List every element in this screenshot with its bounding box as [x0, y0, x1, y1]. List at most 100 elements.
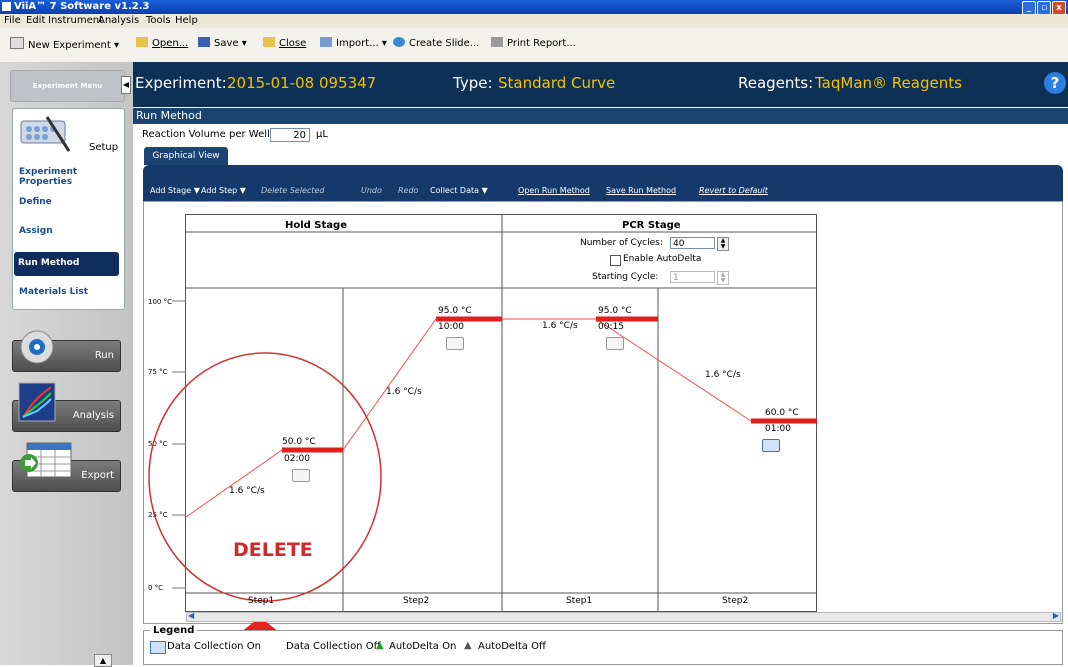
- export-spreadsheet-icon: [20, 442, 72, 478]
- create-slide-button[interactable]: Create Slide...: [393, 37, 479, 51]
- save-button[interactable]: Save ▾: [198, 37, 247, 51]
- delete-annotation: DELETE: [233, 539, 313, 561]
- run-method-title: Run Method: [136, 109, 202, 122]
- pcr-step1-time[interactable]: 00:15: [598, 322, 624, 332]
- save-run-method-button[interactable]: Save Run Method: [606, 186, 676, 195]
- sidebar-item-assign[interactable]: Assign: [19, 226, 53, 236]
- reaction-volume-label: Reaction Volume per Well:: [142, 129, 274, 140]
- hold-step2-collect-toggle[interactable]: [446, 337, 464, 350]
- menu-help[interactable]: Help: [175, 14, 198, 28]
- open-run-method-button[interactable]: Open Run Method: [518, 186, 590, 195]
- revert-to-default-button[interactable]: Revert to Default: [699, 186, 768, 195]
- sidebar-item-run-method[interactable]: Run Method: [14, 252, 119, 276]
- analysis-chart-icon: [18, 382, 56, 422]
- menu-edit[interactable]: Edit: [26, 14, 45, 28]
- pcr-step1-temp[interactable]: 95.0 °C: [598, 306, 632, 316]
- hold-step1-temp[interactable]: 50.0 °C: [282, 437, 316, 447]
- sidebar-item-materials-list[interactable]: Materials List: [19, 287, 88, 297]
- folder-icon: [136, 37, 148, 47]
- sidebar-item-run-method-label: Run Method: [18, 258, 80, 268]
- add-step-menu[interactable]: Add Step ▼: [201, 186, 246, 195]
- hold-step2-time[interactable]: 10:00: [438, 322, 464, 332]
- new-experiment-button[interactable]: New Experiment ▾: [10, 37, 119, 53]
- cycles-label: Number of Cycles:: [580, 238, 663, 248]
- menu-instrument[interactable]: Instrument: [48, 14, 103, 28]
- reaction-volume-input[interactable]: 20: [270, 128, 310, 142]
- setup-section: Setup Experiment Properties Define Assig…: [12, 108, 125, 310]
- sidebar-item-define[interactable]: Define: [19, 197, 52, 207]
- analysis-button[interactable]: Analysis: [12, 382, 121, 432]
- pcr-step2-name: Step2: [722, 596, 749, 606]
- experiment-menu-header: Experiment Menu: [10, 70, 125, 102]
- setup-label: Setup: [89, 142, 119, 153]
- close-button[interactable]: Close: [263, 37, 306, 51]
- title-bar: ViiA™ 7 Software v1.2.3 _ ▫ x: [0, 0, 1068, 15]
- plate-pipette-icon: [20, 116, 71, 152]
- y-axis-label: 75 °C: [148, 368, 168, 376]
- gear-icon: [20, 330, 54, 364]
- legend-data-collection-off: Data Collection Off: [286, 641, 381, 652]
- cycles-input[interactable]: 40: [670, 237, 715, 249]
- add-stage-menu[interactable]: Add Stage ▼: [150, 186, 200, 195]
- reaction-volume-unit: µL: [316, 129, 328, 140]
- hold-step1-ramp-rate[interactable]: 1.6 °C/s: [229, 486, 265, 496]
- type-label: Type:: [453, 74, 493, 92]
- pcr-step2-ramp-rate[interactable]: 1.6 °C/s: [705, 370, 741, 380]
- horizontal-scrollbar[interactable]: ◀ ▶: [186, 611, 1061, 622]
- menu-bar: File Edit Instrument Analysis Tools Help: [0, 14, 1068, 28]
- import-button[interactable]: Import... ▾: [320, 37, 387, 51]
- collect-data-menu[interactable]: Collect Data ▼: [430, 186, 488, 195]
- pcr-step1-ramp-rate[interactable]: 1.6 °C/s: [542, 321, 578, 331]
- hold-step2-temp[interactable]: 95.0 °C: [438, 306, 472, 316]
- import-icon: [320, 37, 332, 47]
- scroll-right-icon[interactable]: ▶: [1053, 611, 1059, 620]
- legend: [143, 630, 1063, 665]
- undo-button[interactable]: Undo: [361, 186, 382, 195]
- window-title: ViiA™ 7 Software v1.2.3: [14, 1, 150, 12]
- printer-icon: [491, 37, 503, 47]
- sidebar-item-experiment-properties[interactable]: Experiment Properties: [19, 167, 124, 187]
- scroll-left-icon[interactable]: ◀: [188, 611, 194, 620]
- scroll-up-button[interactable]: ▲: [94, 654, 112, 667]
- hold-step1-collect-toggle[interactable]: [292, 469, 310, 482]
- run-method-titlebar: Run Method: [133, 108, 1068, 124]
- pcr-step2-temp[interactable]: 60.0 °C: [765, 408, 799, 418]
- close-window-button[interactable]: x: [1052, 1, 1066, 15]
- pcr-step2-collect-toggle[interactable]: [762, 439, 780, 452]
- open-button[interactable]: Open...: [136, 37, 188, 51]
- cycles-spinner[interactable]: ▲ ▼: [717, 237, 729, 251]
- menu-tools[interactable]: Tools: [146, 14, 171, 28]
- app-icon: [2, 2, 11, 11]
- autodelta-on-icon: ▲: [376, 640, 384, 651]
- legend-data-collection-on: Data Collection On: [167, 641, 261, 652]
- delete-selected-button[interactable]: Delete Selected: [261, 186, 325, 195]
- graphical-view-toolbar: Add Stage ▼ Add Step ▼ Delete Selected U…: [143, 165, 1063, 201]
- y-axis-label: 0 °C: [148, 584, 164, 592]
- starting-cycle-label: Starting Cycle:: [592, 272, 659, 282]
- collapse-panel-button[interactable]: ◀: [121, 76, 131, 94]
- data-collection-on-icon: [150, 641, 166, 654]
- hold-stage-title: Hold Stage: [285, 220, 347, 231]
- export-button[interactable]: Export: [12, 442, 121, 492]
- hold-step2-ramp-rate[interactable]: 1.6 °C/s: [386, 387, 422, 397]
- tab-graphical-view[interactable]: Graphical View: [144, 147, 228, 165]
- help-icon[interactable]: ?: [1044, 72, 1066, 94]
- menu-analysis[interactable]: Analysis: [98, 14, 139, 28]
- starting-cycle-spinner: ▲ ▼: [717, 271, 729, 285]
- maximize-button[interactable]: ▫: [1037, 1, 1051, 15]
- minimize-button[interactable]: _: [1022, 1, 1036, 15]
- autodelta-label: Enable AutoDelta: [623, 254, 702, 264]
- new-experiment-icon: [10, 37, 24, 49]
- pcr-step2-time[interactable]: 01:00: [765, 424, 791, 434]
- legend-autodelta-off: AutoDelta Off: [478, 641, 546, 652]
- hold-step1-time[interactable]: 02:00: [284, 454, 310, 464]
- redo-button[interactable]: Redo: [398, 186, 418, 195]
- menu-file[interactable]: File: [4, 14, 21, 28]
- autodelta-checkbox[interactable]: [610, 255, 621, 266]
- floppy-icon: [198, 37, 210, 47]
- print-report-button[interactable]: Print Report...: [491, 37, 576, 51]
- pcr-step1-collect-toggle[interactable]: [606, 337, 624, 350]
- run-button[interactable]: Run: [12, 330, 121, 372]
- pcr-stage-title: PCR Stage: [622, 220, 681, 231]
- y-axis-label: 25 °C: [148, 511, 168, 519]
